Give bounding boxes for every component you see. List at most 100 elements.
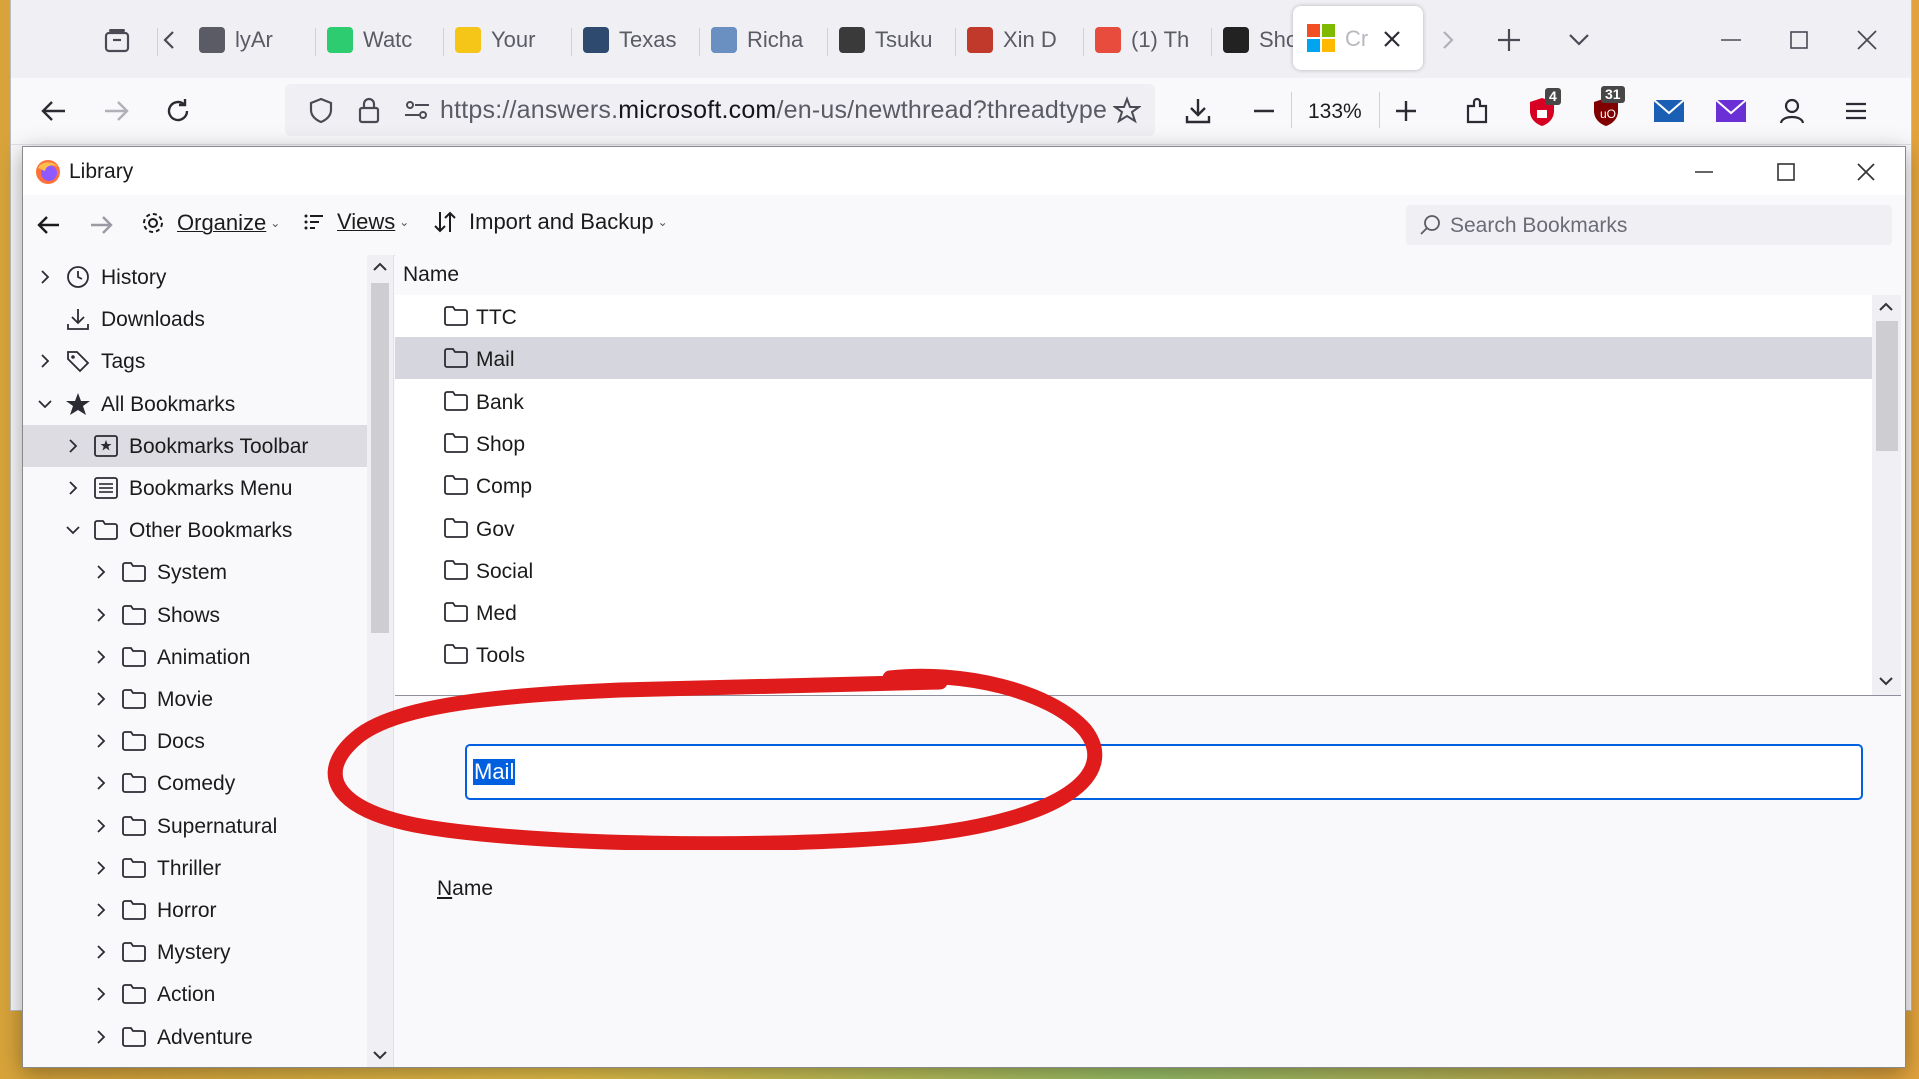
sidebar-item-all-bookmarks[interactable]: All Bookmarks bbox=[23, 383, 367, 425]
list-item-bank[interactable]: Bank bbox=[395, 380, 1872, 422]
tab-2[interactable]: Your bbox=[455, 20, 551, 60]
name-field-value[interactable]: Mail bbox=[473, 759, 516, 785]
zoom-out-icon[interactable] bbox=[1249, 96, 1279, 126]
sidebar-item-adventure[interactable]: Adventure bbox=[23, 1016, 367, 1058]
list-item-shop[interactable]: Shop bbox=[395, 422, 1872, 464]
chevron-right-icon[interactable] bbox=[93, 986, 109, 1002]
chevron-right-icon[interactable] bbox=[93, 607, 109, 623]
sidebar-item-comedy[interactable]: Comedy bbox=[23, 762, 367, 804]
bookmark-star-icon[interactable] bbox=[1113, 96, 1141, 124]
library-back-icon[interactable] bbox=[35, 211, 63, 239]
list-all-tabs-icon[interactable] bbox=[1565, 26, 1593, 54]
sidebar-item-horror[interactable]: Horror bbox=[23, 889, 367, 931]
sidebar-item-action[interactable]: Action bbox=[23, 973, 367, 1015]
list-item-ttc[interactable]: TTC bbox=[395, 295, 1872, 337]
url-bar[interactable]: https://answers.microsoft.com/en-us/newt… bbox=[285, 84, 1155, 136]
name-column-header[interactable]: Name bbox=[403, 263, 459, 287]
reload-icon[interactable] bbox=[163, 96, 193, 126]
tab-4[interactable]: Richa bbox=[711, 20, 807, 60]
sidebar-item-mystery[interactable]: Mystery bbox=[23, 931, 367, 973]
forward-icon[interactable] bbox=[101, 96, 131, 126]
privacy-badger-icon[interactable]: 4 bbox=[1527, 88, 1561, 128]
chevron-right-icon[interactable] bbox=[93, 733, 109, 749]
sidebar-item-docs[interactable]: Docs bbox=[23, 720, 367, 762]
search-bookmarks-box[interactable] bbox=[1406, 205, 1892, 247]
list-scrollbar-thumb[interactable] bbox=[1876, 321, 1898, 451]
sidebar-item-animation[interactable]: Animation bbox=[23, 636, 367, 678]
chevron-right-icon[interactable] bbox=[93, 775, 109, 791]
scroll-up-icon[interactable] bbox=[372, 259, 388, 275]
import-backup-menu-button[interactable]: Import and Backup ⌄ bbox=[433, 209, 668, 235]
list-item-med[interactable]: Med bbox=[395, 591, 1872, 633]
mail-icon[interactable] bbox=[1653, 98, 1685, 124]
library-forward-icon[interactable] bbox=[87, 211, 115, 239]
chevron-right-icon[interactable] bbox=[93, 564, 109, 580]
back-icon[interactable] bbox=[39, 96, 69, 126]
chevron-right-icon[interactable] bbox=[93, 691, 109, 707]
library-maximize-icon[interactable] bbox=[1773, 159, 1799, 185]
list-column-header[interactable]: Name bbox=[395, 255, 1905, 295]
lock-icon[interactable] bbox=[357, 96, 381, 124]
chevron-down-icon[interactable] bbox=[37, 396, 53, 412]
zoom-level[interactable]: 133% bbox=[1308, 100, 1362, 124]
maximize-window-icon[interactable] bbox=[1785, 26, 1813, 54]
list-item-social[interactable]: Social bbox=[395, 549, 1872, 591]
list-item-mail[interactable]: Mail bbox=[395, 337, 1872, 380]
close-tab-icon[interactable] bbox=[1379, 26, 1405, 52]
sidebar-item-bookmarks-toolbar[interactable]: Bookmarks Toolbar bbox=[23, 424, 367, 467]
list-item-gov[interactable]: Gov bbox=[395, 507, 1872, 549]
tab-groups-icon[interactable] bbox=[103, 26, 131, 54]
sidebar-item-history[interactable]: History bbox=[23, 256, 367, 298]
account-icon[interactable] bbox=[1777, 96, 1807, 126]
tab-scroll-right-icon[interactable] bbox=[1438, 26, 1458, 54]
search-bookmarks-input[interactable] bbox=[1448, 205, 1882, 247]
zoom-in-icon[interactable] bbox=[1391, 96, 1421, 126]
chevron-right-icon[interactable] bbox=[37, 353, 53, 369]
tree-scrollbar-thumb[interactable] bbox=[371, 283, 389, 633]
tracking-shield-icon[interactable] bbox=[307, 96, 335, 124]
tab-scroll-left-icon[interactable] bbox=[159, 26, 179, 54]
sidebar-item-thriller[interactable]: Thriller bbox=[23, 847, 367, 889]
tab-active[interactable]: Cr bbox=[1293, 6, 1423, 70]
sidebar-item-bookmarks-menu[interactable]: Bookmarks Menu bbox=[23, 467, 367, 509]
tab-5[interactable]: Tsuku bbox=[839, 20, 935, 60]
app-menu-icon[interactable] bbox=[1841, 96, 1871, 126]
new-tab-icon[interactable] bbox=[1494, 25, 1524, 55]
chevron-down-icon[interactable] bbox=[65, 522, 81, 538]
list-item-tools[interactable]: Tools bbox=[395, 633, 1872, 675]
chevron-right-icon[interactable] bbox=[93, 1029, 109, 1045]
tab-6[interactable]: Xin D bbox=[967, 20, 1063, 60]
chevron-right-icon[interactable] bbox=[93, 818, 109, 834]
close-window-icon[interactable] bbox=[1853, 26, 1881, 54]
extensions-puzzle-icon[interactable] bbox=[1463, 96, 1493, 126]
list-scroll-up-icon[interactable] bbox=[1878, 299, 1894, 315]
sidebar-item-shows[interactable]: Shows bbox=[23, 594, 367, 636]
permissions-icon[interactable] bbox=[403, 98, 431, 122]
sidebar-item-supernatural[interactable]: Supernatural bbox=[23, 805, 367, 847]
chevron-right-icon[interactable] bbox=[93, 902, 109, 918]
organize-menu-button[interactable]: Organize ⌄ bbox=[139, 209, 280, 237]
minimize-window-icon[interactable] bbox=[1717, 26, 1745, 54]
sidebar-item-other-bookmarks[interactable]: Other Bookmarks bbox=[23, 509, 367, 551]
chevron-right-icon[interactable] bbox=[37, 269, 53, 285]
list-item-comp[interactable]: Comp bbox=[395, 464, 1872, 506]
library-close-icon[interactable] bbox=[1853, 159, 1879, 185]
list-scrollbar[interactable] bbox=[1872, 295, 1901, 695]
views-menu-button[interactable]: Views ⌄ bbox=[303, 209, 409, 235]
tab-3[interactable]: Texas bbox=[583, 20, 679, 60]
downloads-icon[interactable] bbox=[1183, 96, 1213, 126]
name-edit-field[interactable]: Mail bbox=[465, 744, 1863, 800]
chevron-right-icon[interactable] bbox=[93, 944, 109, 960]
chevron-right-icon[interactable] bbox=[93, 860, 109, 876]
url-text[interactable]: https://answers.microsoft.com/en-us/newt… bbox=[440, 96, 1140, 125]
tree-scrollbar[interactable] bbox=[367, 255, 393, 1067]
mail-purple-icon[interactable] bbox=[1715, 98, 1747, 124]
chevron-right-icon[interactable] bbox=[65, 480, 81, 496]
sidebar-item-downloads[interactable]: Downloads bbox=[23, 298, 367, 340]
library-minimize-icon[interactable] bbox=[1691, 159, 1717, 185]
sidebar-item-movie[interactable]: Movie bbox=[23, 678, 367, 720]
sidebar-item-tags[interactable]: Tags bbox=[23, 340, 367, 382]
tab-1[interactable]: Watc bbox=[327, 20, 423, 60]
tab-7[interactable]: (1) Th bbox=[1095, 20, 1191, 60]
chevron-right-icon[interactable] bbox=[93, 649, 109, 665]
